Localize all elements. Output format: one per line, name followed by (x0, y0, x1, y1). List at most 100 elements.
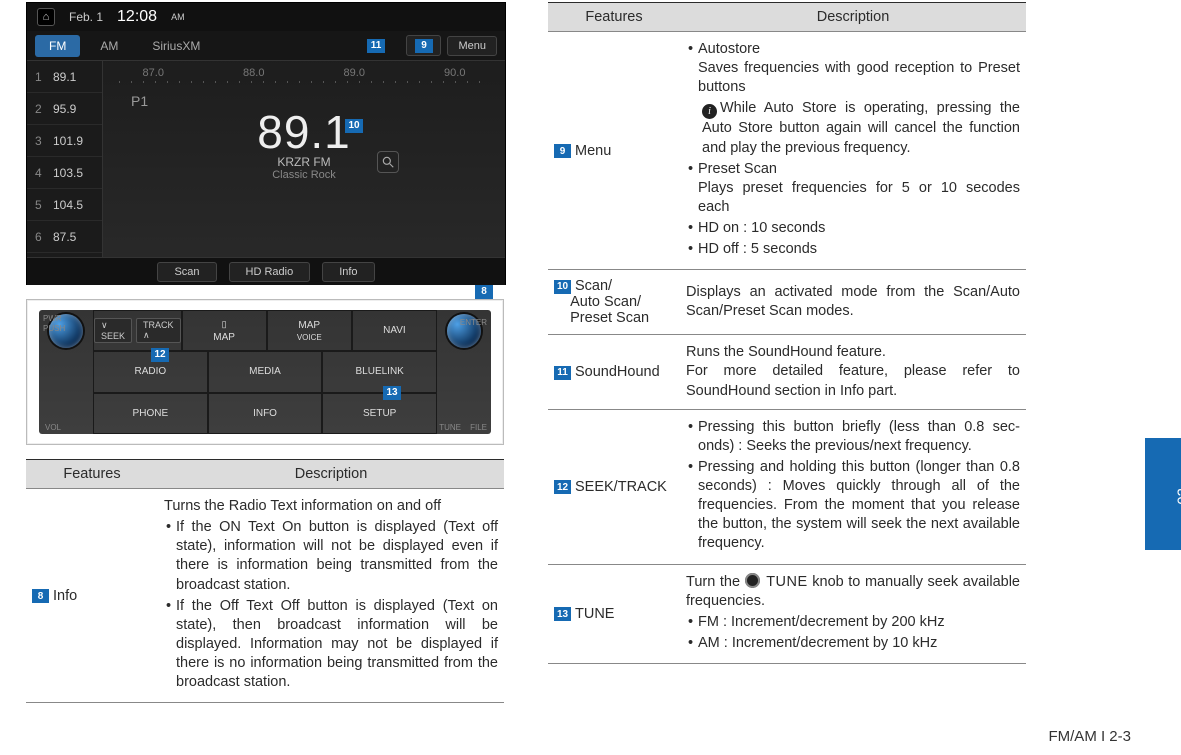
info-hw-button[interactable]: INFO (208, 393, 323, 434)
statusbar: ⌂ Feb. 1 12:08 AM (27, 3, 505, 31)
manual-page: ⌂ Feb. 1 12:08 AM FM AM SiriusXM 🎵 Menu … (0, 0, 1181, 755)
ref-9: 9 (554, 144, 571, 158)
thumb-label: 02 (1175, 488, 1181, 505)
tune-bullet-1: FM : Increment/decrement by 200 kHz (686, 613, 1020, 632)
map-button[interactable]: ▯MAP (182, 310, 267, 351)
bluelink-button[interactable]: BLUELINK (322, 351, 437, 392)
tick: 87.0 (143, 67, 164, 79)
dial-scale (119, 81, 489, 83)
bottom-toolbar: Scan HD Radio Info (27, 257, 505, 285)
menu-presetscan: Preset Scan Plays preset frequencies for… (686, 160, 1020, 217)
row-seek: 12 SEEK/TRACK Pressing this button briefl… (548, 409, 1026, 564)
tune-bullet-2: AM : Increment/decrement by 10 kHz (686, 634, 1020, 653)
sh-line2: For more detailed feature, please refer … (686, 363, 1020, 398)
seek-track-rocker[interactable]: ∨ SEEKTRACK ∧ (93, 310, 182, 351)
vol-label: VOL (45, 423, 61, 432)
tune-knob[interactable] (437, 310, 491, 351)
scanmode-desc: Displays an activated mode from the Scan… (680, 270, 1026, 335)
menu-button[interactable]: Menu (447, 36, 497, 56)
callout-9: 9 (415, 39, 433, 53)
push-label: PUSH (43, 324, 65, 333)
feat-scan-l1: Scan/ (575, 278, 612, 294)
status-ampm: AM (171, 12, 185, 22)
pwr-label: PWR (43, 314, 62, 323)
col-features-r: Features (548, 3, 680, 32)
seek-bullet-1: Pressing this button briefly (less than … (686, 418, 1020, 456)
row-menu: 9 Menu Autostore Saves frequencies with g… (548, 32, 1026, 270)
tab-am[interactable]: AM (86, 35, 132, 57)
menu-note: iWhile Auto Store is operating, pressing… (686, 99, 1020, 157)
ref-13: 13 (554, 607, 571, 621)
features-table-right: Features Description 9 Menu Autostore Sav… (548, 2, 1026, 664)
preset-4[interactable]: 4103.5 (27, 157, 102, 189)
feat-info: Info (53, 588, 77, 604)
tune-hw-label: TUNE (439, 423, 461, 432)
feat-menu: Menu (575, 143, 611, 159)
callout-13: 13 (383, 386, 401, 400)
current-frequency: 89.1 (257, 109, 351, 155)
tune-lead: Turn the TUNE knob to manually seek avai… (686, 573, 1020, 611)
status-date: Feb. 1 (69, 10, 103, 24)
enter-label: ENTER (460, 318, 487, 327)
col-features: Features (26, 460, 158, 489)
menu-autostore: Autostore Saves frequencies with good re… (686, 40, 1020, 97)
tab-sxm[interactable]: SiriusXM (138, 35, 214, 57)
info-icon: i (702, 104, 717, 119)
preset-list: 189.1 295.9 3101.9 4103.5 5104.5 687.5 (27, 61, 103, 257)
page-footer: FM/AM I 2-3 (1048, 728, 1131, 745)
ref-11: 11 (554, 366, 571, 380)
status-time: 12:08 (117, 8, 157, 26)
feat-sh: SoundHound (575, 364, 660, 380)
map-voice-button[interactable]: MAPVOICE (267, 310, 352, 351)
thumb-index: 02 (1145, 0, 1181, 755)
media-button[interactable]: MEDIA (208, 351, 323, 392)
preset-2[interactable]: 295.9 (27, 93, 102, 125)
feat-seek: SEEK/TRACK (575, 479, 667, 495)
station-genre: Classic Rock (272, 169, 336, 181)
feat-scan-l3: Preset Scan (570, 310, 649, 326)
preset-indicator: P1 (131, 93, 148, 109)
features-table-left: Features Description 8Info Turns the Rad… (26, 459, 504, 703)
tick: 90.0 (444, 67, 465, 79)
menu-hdoff: HD off : 5 seconds (686, 240, 1020, 259)
right-column: Features Description 9 Menu Autostore Sav… (540, 0, 1080, 755)
file-label: FILE (470, 423, 487, 432)
radio-screenshot: ⌂ Feb. 1 12:08 AM FM AM SiriusXM 🎵 Menu … (26, 2, 506, 285)
feat-tune: TUNE (575, 606, 614, 622)
col-description-r: Description (680, 3, 1026, 32)
home-icon: ⌂ (37, 8, 55, 26)
callout-11: 11 (367, 39, 385, 53)
tick: 88.0 (243, 67, 264, 79)
info-bullet-2: If the Off Text Off button is displayed … (164, 597, 498, 693)
phone-button[interactable]: PHONE (93, 393, 208, 434)
info-lead: Turns the Radio Text information on and … (164, 497, 498, 516)
preset-3[interactable]: 3101.9 (27, 125, 102, 157)
row-scanmode: 10 Scan/ Auto Scan/ Preset Scan Displays … (548, 270, 1026, 335)
feat-scan-l2: Auto Scan/ (570, 294, 641, 310)
tab-fm[interactable]: FM (35, 35, 80, 57)
preset-5[interactable]: 5104.5 (27, 189, 102, 221)
row-soundhound: 11 SoundHound Runs the SoundHound feature… (548, 335, 1026, 409)
scan-button[interactable]: Scan (157, 262, 216, 282)
info-button[interactable]: Info (322, 262, 374, 282)
callout-8: 8 (475, 285, 493, 299)
hardware-panel: ∨ SEEKTRACK ∧ ▯MAP MAPVOICE NAVI RADIO M… (26, 299, 504, 445)
ref-12: 12 (554, 480, 571, 494)
navi-button[interactable]: NAVI (352, 310, 437, 351)
scan-indicator-icon[interactable] (377, 151, 399, 173)
row-tune: 13 TUNE Turn the TUNE knob to manually se… (548, 564, 1026, 664)
callout-10: 10 (345, 119, 363, 133)
tune-knob-icon (745, 573, 760, 588)
sh-line1: Runs the SoundHound feature. (686, 344, 886, 360)
left-column: ⌂ Feb. 1 12:08 AM FM AM SiriusXM 🎵 Menu … (0, 0, 540, 755)
col-description: Description (158, 460, 504, 489)
ref-10: 10 (554, 280, 571, 294)
hdradio-button[interactable]: HD Radio (229, 262, 311, 282)
preset-1[interactable]: 189.1 (27, 61, 102, 93)
setup-button[interactable]: SETUP (322, 393, 437, 434)
station-name: KRZR FM (277, 155, 330, 169)
menu-hdon: HD on : 10 seconds (686, 219, 1020, 238)
callout-12: 12 (151, 348, 169, 362)
preset-6[interactable]: 687.5 (27, 221, 102, 253)
seek-bullet-2: Pressing and holding this button (longer… (686, 458, 1020, 554)
